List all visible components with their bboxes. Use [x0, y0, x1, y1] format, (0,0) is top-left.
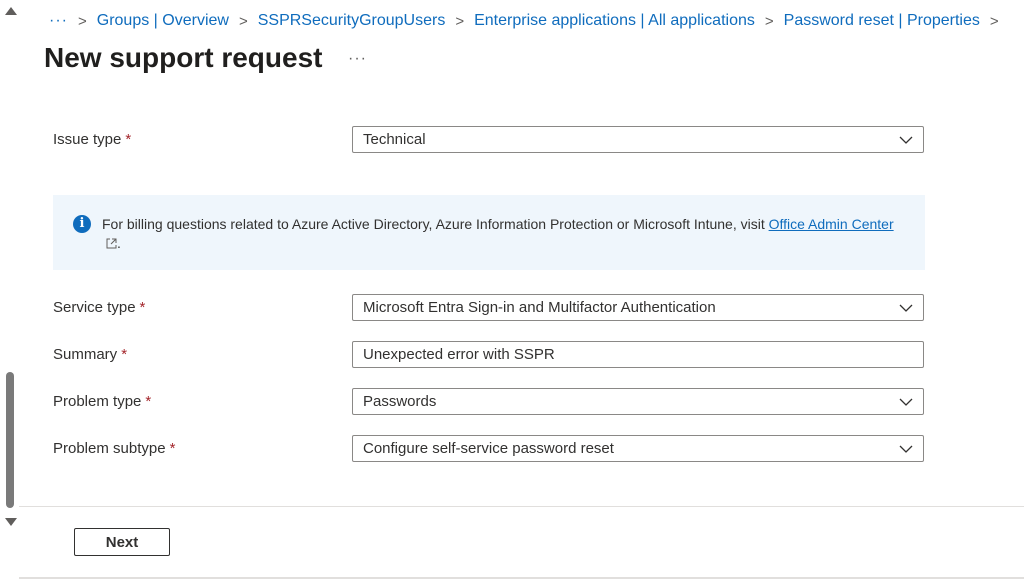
chevron-right-icon: >: [764, 12, 774, 30]
scroll-down-arrow-icon[interactable]: [5, 518, 17, 526]
chevron-right-icon: >: [77, 12, 87, 30]
service-type-label-text: Service type: [53, 299, 136, 316]
external-link-icon: [106, 238, 117, 249]
summary-label-text: Summary: [53, 346, 118, 363]
breadcrumb-item-sspr-security-group[interactable]: SSPRSecurityGroupUsers: [258, 12, 446, 30]
breadcrumb-item-groups-overview[interactable]: Groups | Overview: [97, 12, 229, 30]
problem-type-dropdown[interactable]: Passwords: [352, 388, 924, 415]
scroll-thumb[interactable]: [6, 372, 14, 508]
problem-subtype-value: Configure self-service password reset: [363, 440, 614, 457]
info-text: For billing questions related to Azure A…: [102, 215, 902, 253]
breadcrumb-item-password-reset[interactable]: Password reset | Properties: [784, 12, 980, 30]
breadcrumb-overflow-button[interactable]: ···: [49, 12, 68, 30]
service-type-dropdown[interactable]: Microsoft Entra Sign-in and Multifactor …: [352, 294, 924, 321]
issue-type-dropdown[interactable]: Technical: [352, 126, 924, 153]
issue-type-label: Issue type *: [53, 131, 131, 148]
problem-type-label: Problem type *: [53, 393, 151, 410]
info-icon: i: [73, 215, 91, 233]
service-type-value: Microsoft Entra Sign-in and Multifactor …: [363, 299, 716, 316]
required-marker: *: [125, 131, 132, 148]
summary-field[interactable]: [352, 341, 924, 368]
chevron-down-icon: [899, 398, 913, 406]
required-marker: *: [121, 346, 128, 363]
required-marker: *: [145, 393, 152, 410]
problem-subtype-dropdown[interactable]: Configure self-service password reset: [352, 435, 924, 462]
summary-input[interactable]: [353, 345, 923, 364]
problem-subtype-label: Problem subtype *: [53, 440, 175, 457]
chevron-down-icon: [899, 304, 913, 312]
chevron-right-icon: >: [989, 12, 999, 30]
service-type-label: Service type *: [53, 299, 145, 316]
chevron-down-icon: [899, 445, 913, 453]
problem-subtype-label-text: Problem subtype: [53, 440, 166, 457]
problem-type-value: Passwords: [363, 393, 437, 410]
chevron-right-icon: >: [455, 12, 465, 30]
issue-type-label-text: Issue type: [53, 131, 122, 148]
office-admin-center-link-text: Office Admin Center: [768, 216, 894, 232]
page-title: New support request: [44, 42, 323, 73]
scroll-up-arrow-icon[interactable]: [5, 7, 17, 15]
chevron-down-icon: [899, 136, 913, 144]
footer-divider: [19, 506, 1024, 507]
breadcrumb-item-enterprise-applications[interactable]: Enterprise applications | All applicatio…: [474, 12, 755, 30]
more-options-button[interactable]: ···: [348, 50, 367, 68]
required-marker: *: [169, 440, 176, 457]
problem-type-label-text: Problem type: [53, 393, 142, 410]
breadcrumb: ··· > Groups | Overview > SSPRSecurityGr…: [49, 10, 1009, 32]
vertical-scrollbar[interactable]: [0, 0, 19, 537]
info-message-end: .: [117, 235, 121, 251]
issue-type-value: Technical: [363, 131, 426, 148]
info-message-text: For billing questions related to Azure A…: [102, 216, 769, 232]
next-button[interactable]: Next: [74, 528, 170, 556]
chevron-right-icon: >: [238, 12, 248, 30]
required-marker: *: [139, 299, 146, 316]
billing-info-message: i For billing questions related to Azure…: [53, 195, 925, 270]
summary-label: Summary *: [53, 346, 127, 363]
